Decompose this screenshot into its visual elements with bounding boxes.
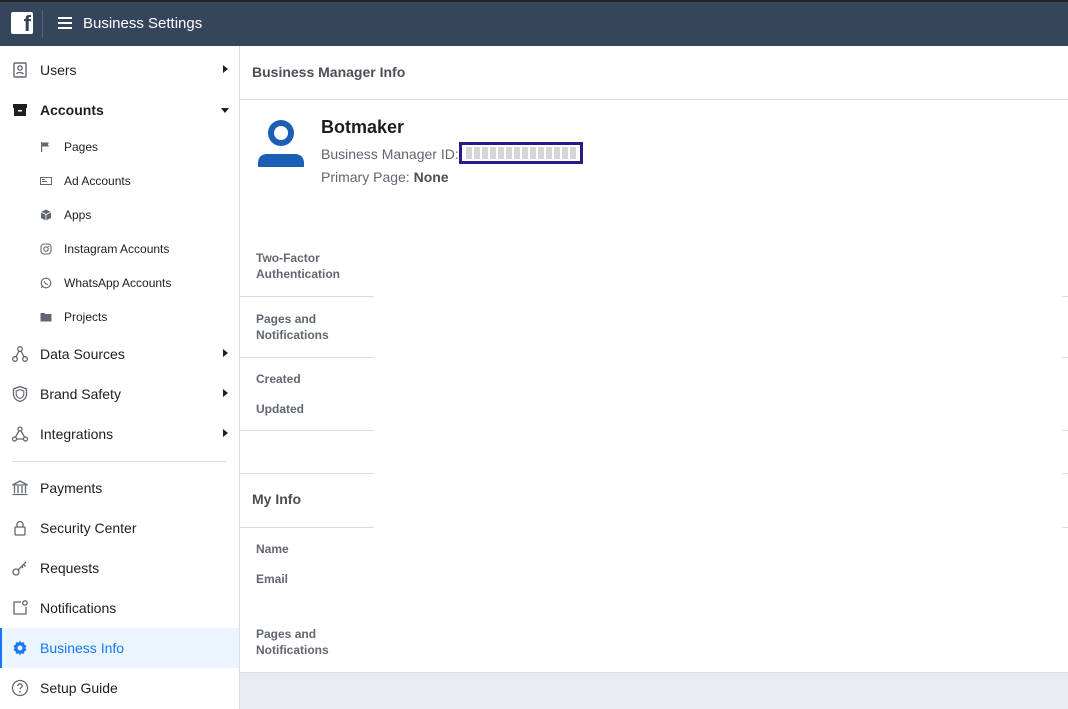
pages-notifications-label-2: Pages and Notifications	[256, 627, 329, 657]
sidebar-item-label: Users	[40, 62, 77, 78]
primary-page: Primary Page: None	[321, 169, 449, 185]
sidebar-item-label: Integrations	[40, 426, 114, 442]
folder-icon	[40, 313, 52, 322]
sidebar-subitem-label: Instagram Accounts	[64, 242, 170, 256]
sidebar-item-label: Data Sources	[40, 346, 125, 362]
sidebar-item-label: Business Info	[40, 640, 125, 656]
sidebar-subitem-pages[interactable]: Pages	[0, 130, 239, 164]
primary-page-value: None	[413, 169, 449, 185]
top-bar: f Business Settings	[0, 0, 1068, 46]
sidebar-divider	[12, 461, 227, 462]
sidebar-item-accounts[interactable]: Accounts	[0, 90, 239, 130]
sidebar-item-label: Requests	[40, 560, 100, 576]
users-icon	[13, 62, 27, 78]
chevron-right-icon	[223, 389, 228, 397]
whatsapp-icon	[40, 277, 52, 289]
app-title: Business Settings	[83, 15, 203, 32]
sidebar-subitem-label: Apps	[64, 208, 92, 222]
sidebar-item-security-center[interactable]: Security Center	[0, 508, 239, 548]
sidebar-subitem-label: Ad Accounts	[64, 174, 131, 188]
sidebar-item-label: Security Center	[40, 520, 137, 536]
lock-icon	[14, 520, 26, 536]
sidebar-subitem-instagram[interactable]: Instagram Accounts	[0, 232, 239, 266]
business-id-value-redacted	[459, 142, 583, 164]
divider	[1062, 430, 1068, 431]
facebook-logo-icon[interactable]: f	[11, 12, 33, 35]
business-avatar-icon	[258, 120, 304, 167]
sidebar-item-label: Setup Guide	[40, 680, 118, 696]
two-factor-label: Two-Factor Authentication	[256, 251, 340, 281]
key-icon	[12, 561, 27, 576]
divider	[240, 473, 374, 474]
sidebar-subitem-whatsapp[interactable]: WhatsApp Accounts	[0, 266, 239, 300]
sidebar-item-notifications[interactable]: Notifications	[0, 588, 239, 628]
sidebar-item-users[interactable]: Users	[0, 50, 239, 90]
flag-icon	[41, 142, 50, 152]
sidebar-item-requests[interactable]: Requests	[0, 548, 239, 588]
sidebar-item-label: Payments	[40, 480, 103, 496]
business-name: Botmaker	[321, 117, 405, 137]
instagram-icon	[40, 243, 52, 255]
sidebar-item-payments[interactable]: Payments	[0, 468, 239, 508]
help-icon	[11, 679, 29, 697]
sidebar-subitem-label: Pages	[64, 140, 99, 154]
sidebar: Users Accounts Pages Ad Accounts Apps In…	[0, 46, 240, 709]
sidebar-subitem-label: WhatsApp Accounts	[64, 276, 172, 290]
my-info-heading: My Info	[252, 491, 301, 507]
divider	[1062, 296, 1068, 297]
ad-account-icon	[40, 177, 52, 185]
sidebar-subitem-label: Projects	[64, 310, 108, 324]
page-title: Business Manager Info	[252, 64, 406, 80]
bank-icon	[12, 480, 28, 496]
divider	[1062, 473, 1068, 474]
menu-icon[interactable]	[58, 17, 72, 29]
main-header: Business Manager Info	[240, 46, 1068, 100]
divider	[240, 527, 374, 528]
sidebar-item-label: Notifications	[40, 600, 117, 616]
business-id-label: Business Manager ID:	[321, 146, 459, 162]
chevron-right-icon	[223, 349, 228, 357]
sidebar-item-label: Brand Safety	[40, 386, 121, 402]
updated-label: Updated	[256, 402, 304, 416]
sidebar-subitem-projects[interactable]: Projects	[0, 300, 239, 334]
name-label: Name	[256, 542, 289, 556]
sidebar-subitem-apps[interactable]: Apps	[0, 198, 239, 232]
pages-notifications-label: Pages and Notifications	[256, 312, 329, 342]
sidebar-item-label: Accounts	[40, 102, 104, 118]
shield-icon	[12, 385, 28, 403]
sidebar-subitem-ad-accounts[interactable]: Ad Accounts	[0, 164, 239, 198]
divider	[1062, 357, 1068, 358]
footer-area	[240, 672, 1068, 709]
data-sources-icon	[12, 346, 28, 362]
integrations-icon	[11, 426, 29, 442]
sidebar-item-setup-guide[interactable]: Setup Guide	[0, 668, 239, 708]
archive-icon	[13, 104, 27, 116]
sidebar-item-business-info[interactable]: Business Info	[0, 628, 239, 668]
chevron-right-icon	[223, 65, 228, 73]
sidebar-item-integrations[interactable]: Integrations	[0, 414, 239, 454]
chevron-right-icon	[223, 429, 228, 437]
created-label: Created	[256, 372, 301, 386]
divider	[1062, 527, 1068, 528]
cube-icon	[40, 209, 52, 221]
sidebar-item-brand-safety[interactable]: Brand Safety	[0, 374, 239, 414]
notification-icon	[13, 600, 28, 615]
primary-page-label: Primary Page:	[321, 169, 410, 185]
divider	[240, 296, 374, 297]
divider	[240, 357, 374, 358]
email-label: Email	[256, 572, 289, 586]
top-divider	[42, 10, 43, 38]
gear-icon	[13, 640, 27, 656]
divider	[240, 430, 374, 431]
chevron-down-icon	[221, 108, 229, 113]
sidebar-item-data-sources[interactable]: Data Sources	[0, 334, 239, 374]
